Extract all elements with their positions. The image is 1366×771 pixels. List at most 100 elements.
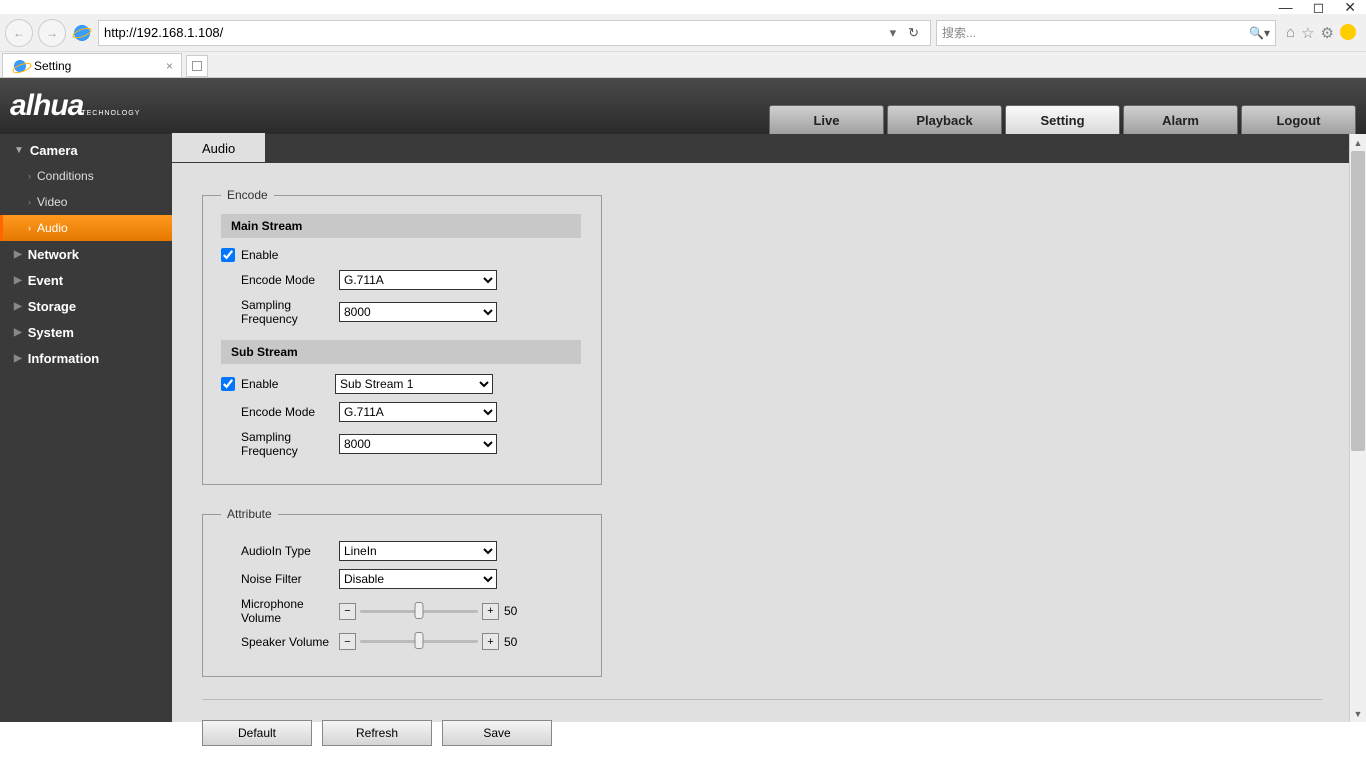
scroll-track[interactable] <box>1350 151 1366 705</box>
app-header: alhua TECHNOLOGY Live Playback Setting A… <box>0 78 1366 134</box>
feedback-icon[interactable] <box>1340 24 1356 40</box>
sub-stream-header: Sub Stream <box>221 340 581 364</box>
logo: alhua TECHNOLOGY <box>10 89 140 123</box>
maximize-icon[interactable]: ◻ <box>1313 0 1325 16</box>
chevron-right-icon: ▶ <box>14 301 22 312</box>
content-tabs: Audio <box>172 134 1366 163</box>
nav-alarm[interactable]: Alarm <box>1123 105 1238 134</box>
home-icon[interactable]: ⌂ <box>1286 24 1295 42</box>
nav-playback[interactable]: Playback <box>887 105 1002 134</box>
forward-button[interactable]: → <box>38 19 66 47</box>
tab-favicon <box>14 60 26 72</box>
refresh-icon[interactable]: ↻ <box>902 25 925 41</box>
url-dropdown-icon[interactable]: ▾ <box>884 25 903 41</box>
main-enable-checkbox[interactable] <box>221 248 235 262</box>
refresh-button[interactable]: Refresh <box>322 720 432 746</box>
minimize-icon[interactable]: — <box>1279 0 1293 15</box>
url-bar[interactable]: http://192.168.1.108/ ▾ ↻ <box>98 20 931 46</box>
browser-icons: ⌂ ☆ ⚙ <box>1281 24 1361 42</box>
default-button[interactable]: Default <box>202 720 312 746</box>
sub-encode-mode-select[interactable]: G.711A <box>339 402 497 422</box>
sidebar-conditions[interactable]: ›Conditions <box>0 163 172 189</box>
search-icon[interactable]: 🔍▾ <box>1249 26 1270 40</box>
mic-label: Microphone Volume <box>221 597 339 625</box>
main-encode-mode-select[interactable]: G.711A <box>339 270 497 290</box>
close-window-icon[interactable]: ✕ <box>1344 0 1356 16</box>
scroll-up-icon[interactable]: ▲ <box>1350 134 1366 151</box>
encode-mode-label: Encode Mode <box>221 273 339 287</box>
ie-icon <box>74 25 90 41</box>
mic-slider[interactable] <box>360 610 478 613</box>
nav-setting[interactable]: Setting <box>1005 105 1120 134</box>
chevron-right-icon: › <box>28 171 31 181</box>
noise-label: Noise Filter <box>221 572 339 586</box>
chevron-right-icon: ▶ <box>14 327 22 338</box>
main-sampling-select[interactable]: 8000 <box>339 302 497 322</box>
browser-tab[interactable]: Setting × <box>2 53 182 77</box>
save-button[interactable]: Save <box>442 720 552 746</box>
url-text: http://192.168.1.108/ <box>104 25 223 40</box>
spk-minus-button[interactable]: − <box>339 633 356 650</box>
encode-mode-label: Encode Mode <box>221 405 339 419</box>
scroll-thumb[interactable] <box>1351 151 1365 451</box>
nav-live[interactable]: Live <box>769 105 884 134</box>
spk-slider[interactable] <box>360 640 478 643</box>
favorites-icon[interactable]: ☆ <box>1301 24 1314 42</box>
main-encode-mode-row: Encode Mode G.711A <box>221 270 583 290</box>
main-stream-header: Main Stream <box>221 214 581 238</box>
nav-logout[interactable]: Logout <box>1241 105 1356 134</box>
divider <box>202 699 1322 700</box>
attribute-legend: Attribute <box>221 507 278 521</box>
spk-plus-button[interactable]: + <box>482 633 499 650</box>
sampling-label: Sampling Frequency <box>221 430 339 458</box>
sidebar-storage[interactable]: ▶Storage <box>0 293 172 319</box>
browser-nav-bar: ← → http://192.168.1.108/ ▾ ↻ 搜索... 🔍▾ ⌂… <box>0 14 1366 52</box>
chevron-right-icon: ▶ <box>14 353 22 364</box>
spk-value: 50 <box>504 635 517 649</box>
sub-enable-row: Enable Sub Stream 1 <box>221 374 583 394</box>
main-sampling-row: Sampling Frequency 8000 <box>221 298 583 326</box>
scrollbar[interactable]: ▲ ▼ <box>1349 134 1366 722</box>
content-tab-audio[interactable]: Audio <box>172 133 265 162</box>
sidebar-item-label: System <box>28 325 74 340</box>
button-row: Default Refresh Save <box>202 720 1336 746</box>
spk-slider-thumb[interactable] <box>415 632 424 649</box>
sidebar: ▼Camera ›Conditions ›Video ›Audio ▶Netwo… <box>0 134 172 722</box>
sidebar-item-label: Video <box>37 195 67 209</box>
sidebar-camera[interactable]: ▼Camera <box>0 137 172 163</box>
tab-close-icon[interactable]: × <box>166 59 173 73</box>
sub-sampling-row: Sampling Frequency 8000 <box>221 430 583 458</box>
back-button[interactable]: ← <box>5 19 33 47</box>
browser-tab-bar: Setting × <box>0 52 1366 78</box>
noise-select[interactable]: Disable <box>339 569 497 589</box>
chevron-right-icon: › <box>28 223 31 233</box>
sub-stream-select[interactable]: Sub Stream 1 <box>335 374 493 394</box>
window-controls: — ◻ ✕ <box>0 0 1366 14</box>
attribute-fieldset: Attribute AudioIn Type LineIn Noise Filt… <box>202 507 602 677</box>
sidebar-network[interactable]: ▶Network <box>0 241 172 267</box>
encode-fieldset: Encode Main Stream Enable Encode Mode G.… <box>202 188 602 485</box>
mic-minus-button[interactable]: − <box>339 603 356 620</box>
sidebar-event[interactable]: ▶Event <box>0 267 172 293</box>
sidebar-item-label: Event <box>28 273 63 288</box>
sidebar-video[interactable]: ›Video <box>0 189 172 215</box>
mic-slider-thumb[interactable] <box>415 602 424 619</box>
sidebar-audio[interactable]: › Audio <box>0 215 172 241</box>
scroll-down-icon[interactable]: ▼ <box>1350 705 1366 722</box>
logo-sub: TECHNOLOGY <box>81 110 140 117</box>
sidebar-item-label: Information <box>28 351 100 366</box>
sub-sampling-select[interactable]: 8000 <box>339 434 497 454</box>
audioin-select[interactable]: LineIn <box>339 541 497 561</box>
tab-title: Setting <box>34 59 71 73</box>
noise-row: Noise Filter Disable <box>221 569 583 589</box>
mic-plus-button[interactable]: + <box>482 603 499 620</box>
browser-search[interactable]: 搜索... 🔍▾ <box>936 20 1276 46</box>
sidebar-information[interactable]: ▶ Information <box>0 345 172 371</box>
new-tab-button[interactable] <box>186 55 208 77</box>
sidebar-camera-label: Camera <box>30 143 78 158</box>
sub-enable-checkbox[interactable] <box>221 377 235 391</box>
sidebar-item-label: Audio <box>37 221 68 235</box>
logo-main: alhua <box>10 89 83 123</box>
sidebar-system[interactable]: ▶ System <box>0 319 172 345</box>
settings-icon[interactable]: ⚙ <box>1321 24 1334 42</box>
